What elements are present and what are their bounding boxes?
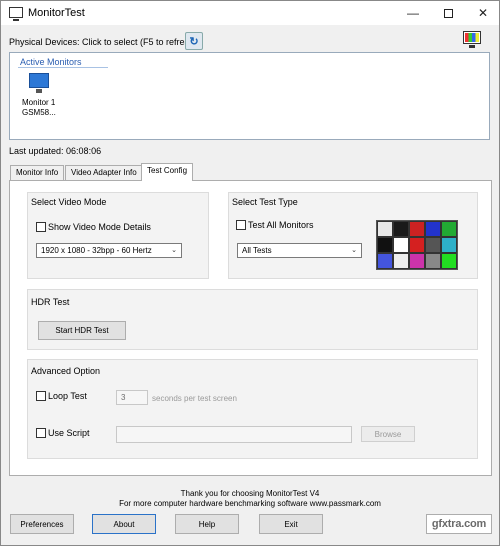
advanced-option-title: Advanced Option [31, 366, 101, 376]
monitor-icon [29, 73, 49, 88]
loop-test-checkbox[interactable] [36, 391, 46, 401]
refresh-icon: ↻ [189, 35, 199, 48]
test-pattern-cell [377, 237, 393, 253]
test-type-value: All Tests [242, 246, 272, 255]
monitortest-window: MonitorTest — ✕ Physical Devices: Click … [0, 0, 500, 546]
help-button[interactable]: Help [175, 514, 239, 534]
video-mode-group: Select Video Mode Show Video Mode Detail… [27, 192, 209, 279]
thanks-message: Thank you for choosing MonitorTest V4 [180, 489, 320, 498]
test-pattern-cell [441, 253, 457, 269]
exit-button[interactable]: Exit [259, 514, 323, 534]
tab-test-config[interactable]: Test Config [141, 163, 194, 181]
hdr-test-group: HDR Test Start HDR Test [27, 289, 478, 350]
test-pattern-cell [377, 253, 393, 269]
maximize-button[interactable] [431, 1, 465, 25]
test-pattern-cell [425, 253, 441, 269]
test-pattern-cell [409, 253, 425, 269]
test-pattern-cell [425, 237, 441, 253]
test-all-monitors-label: Test All Monitors [248, 220, 314, 230]
active-monitors-panel: Active Monitors Monitor 1 GSM58... [9, 52, 490, 140]
monitor-name: Monitor 1 [22, 98, 56, 107]
test-pattern-cell [409, 237, 425, 253]
monitor-model: GSM58... [22, 108, 56, 117]
tab-monitor-info[interactable]: Monitor Info [10, 165, 65, 180]
show-video-mode-details-label: Show Video Mode Details [48, 222, 151, 232]
test-pattern-cell [441, 221, 457, 237]
title-bar: MonitorTest — ✕ [1, 1, 499, 25]
tab-video-adapter-info[interactable]: Video Adapter Info [65, 165, 143, 180]
monitor-app-icon [9, 7, 23, 21]
physical-devices-label: Physical Devices: Click to select (F5 to… [9, 37, 198, 47]
close-icon: ✕ [477, 6, 489, 20]
test-pattern-thumbnail [376, 220, 458, 270]
watermark: gfxtra.com [426, 514, 492, 534]
monitor-label: Monitor 1 GSM58... [22, 98, 56, 118]
advanced-option-group: Advanced Option Loop Test 3 seconds per … [27, 359, 478, 459]
about-button[interactable]: About [92, 514, 156, 534]
test-pattern-monitor-icon [461, 29, 485, 49]
window-title: MonitorTest [28, 7, 85, 19]
passmark-message: For more computer hardware benchmarking … [119, 499, 381, 508]
browse-button[interactable]: Browse [361, 426, 415, 442]
minimize-icon: — [407, 6, 419, 20]
monitor-item[interactable]: Monitor 1 GSM58... [20, 71, 66, 121]
test-type-title: Select Test Type [232, 197, 298, 207]
video-mode-select[interactable]: 1920 x 1080 - 32bpp - 60 Hertz ⌄ [36, 243, 182, 258]
maximize-icon [443, 8, 453, 18]
chevron-down-icon: ⌄ [171, 247, 177, 254]
loop-test-label: Loop Test [48, 391, 87, 401]
refresh-button[interactable]: ↻ [185, 32, 203, 50]
start-hdr-test-button[interactable]: Start HDR Test [38, 321, 126, 340]
minimize-button[interactable]: — [396, 1, 430, 25]
close-button[interactable]: ✕ [466, 1, 500, 25]
script-path-input[interactable] [116, 426, 352, 443]
test-type-select[interactable]: All Tests ⌄ [237, 243, 362, 258]
test-all-monitors-checkbox[interactable] [236, 220, 246, 230]
test-pattern-cell [393, 221, 409, 237]
loop-seconds-input[interactable]: 3 [116, 390, 148, 405]
test-config-panel: Select Video Mode Show Video Mode Detail… [9, 180, 492, 476]
test-pattern-cell [377, 221, 393, 237]
seconds-per-screen-label: seconds per test screen [152, 394, 237, 403]
video-mode-value: 1920 x 1080 - 32bpp - 60 Hertz [41, 246, 152, 255]
video-mode-title: Select Video Mode [31, 197, 107, 207]
test-pattern-cell [409, 221, 425, 237]
preferences-button[interactable]: Preferences [10, 514, 74, 534]
active-monitors-legend: Active Monitors [20, 57, 82, 67]
test-pattern-cell [425, 221, 441, 237]
show-video-mode-details-checkbox[interactable] [36, 222, 46, 232]
test-pattern-cell [393, 253, 409, 269]
use-script-checkbox[interactable] [36, 428, 46, 438]
last-updated-label: Last updated: 06:08:06 [9, 146, 102, 156]
chevron-down-icon: ⌄ [351, 247, 357, 254]
test-pattern-cell [441, 237, 457, 253]
use-script-label: Use Script [48, 428, 90, 438]
legend-divider [18, 67, 108, 68]
hdr-test-title: HDR Test [31, 297, 70, 307]
test-pattern-cell [393, 237, 409, 253]
